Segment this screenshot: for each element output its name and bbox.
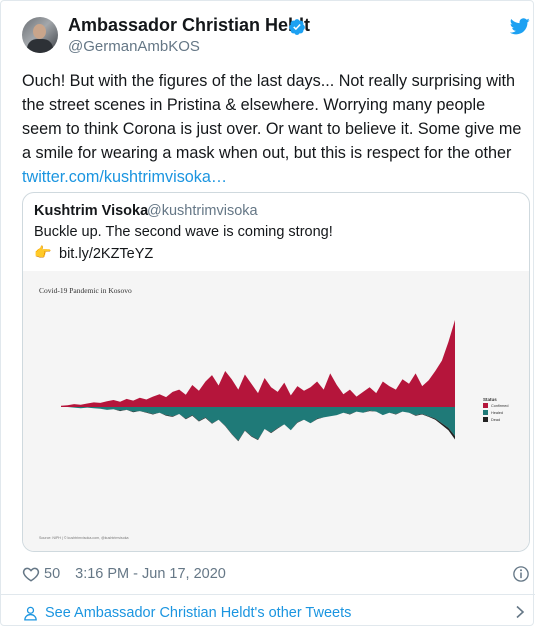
like-count[interactable]: 50 — [44, 566, 60, 582]
legend-label-dead: Dead — [491, 418, 500, 422]
legend-swatch-confirmed — [483, 403, 488, 408]
legend-label-healed: Healed — [491, 411, 503, 415]
chart-image[interactable]: Covid-19 Pandemic in Kosovo Status Confi… — [23, 271, 529, 551]
quoted-author-name[interactable]: Kushtrim Visoka — [34, 203, 148, 219]
legend-swatch-dead — [483, 417, 488, 422]
tweet-body: Ouch! But with the figures of the last d… — [22, 72, 522, 162]
quoted-tweet[interactable]: Kushtrim Visoka @kushtrimvisoka Buckle u… — [22, 192, 530, 552]
twitter-bird-icon[interactable] — [510, 18, 530, 35]
quoted-author-handle[interactable]: @kushtrimvisoka — [147, 203, 258, 219]
see-more-tweets-label[interactable]: See Ambassador Christian Heldt's other T… — [45, 605, 351, 621]
legend-label-confirmed: Confirmed — [491, 404, 509, 408]
tweet-card: Ambassador Christian Heldt @GermanAmbKOS… — [0, 0, 535, 626]
chevron-right-icon[interactable] — [514, 605, 526, 619]
author-handle[interactable]: @GermanAmbKOS — [68, 38, 200, 55]
tweet-meta: 50 3:16 PM - Jun 17, 2020 — [22, 564, 226, 584]
legend-swatch-healed — [483, 410, 488, 415]
tweet-text: Ouch! But with the figures of the last d… — [22, 69, 522, 189]
tweet-link[interactable]: twitter.com/kushtrimvisoka… — [22, 168, 227, 186]
chart: Covid-19 Pandemic in Kosovo Status Confi… — [39, 286, 509, 540]
pointing-hand-icon: 👉 — [34, 244, 52, 260]
timestamp[interactable]: 3:16 PM - Jun 17, 2020 — [75, 566, 226, 582]
quoted-link[interactable]: bit.ly/2KZTeYZ — [59, 246, 153, 262]
verified-badge-icon — [289, 19, 305, 35]
legend-title: Status — [483, 397, 497, 402]
area-series-healed — [61, 407, 455, 441]
quoted-text: Buckle up. The second wave is coming str… — [34, 224, 333, 240]
heart-icon[interactable] — [22, 565, 40, 583]
author-name[interactable]: Ambassador Christian Heldt — [68, 15, 310, 36]
avatar[interactable] — [22, 17, 58, 53]
chart-title: Covid-19 Pandemic in Kosovo — [39, 286, 132, 295]
divider — [1, 594, 535, 595]
see-more-tweets-link[interactable]: See Ambassador Christian Heldt's other T… — [22, 603, 351, 623]
person-icon — [24, 606, 37, 621]
chart-source: Source: NIPH | © kushtrimvisoka.com, @ku… — [39, 536, 129, 540]
info-icon[interactable] — [512, 565, 530, 583]
area-series-confirmed — [61, 320, 455, 407]
